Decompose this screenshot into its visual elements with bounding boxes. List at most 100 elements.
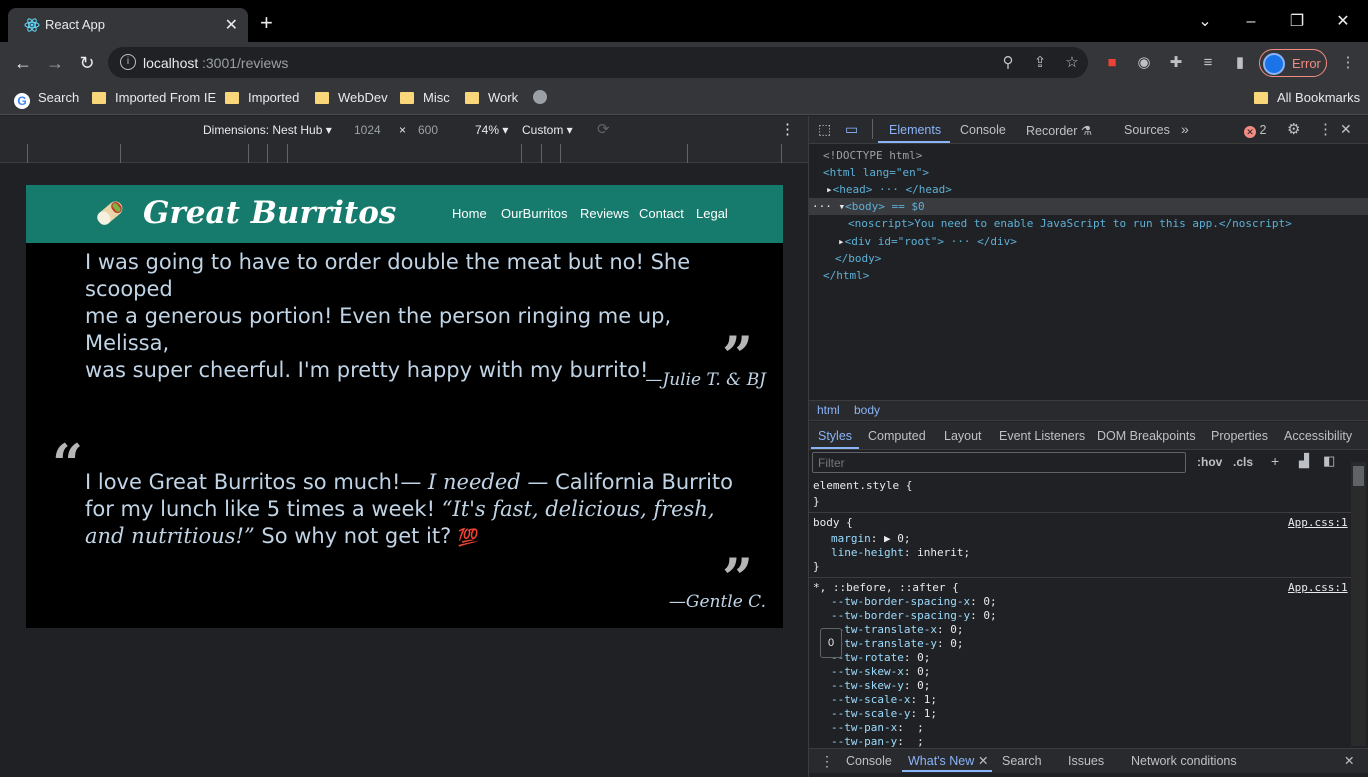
target-icon[interactable]: ◉ bbox=[1135, 54, 1153, 72]
info-icon[interactable]: i bbox=[120, 54, 136, 70]
scrollbar-thumb[interactable] bbox=[1353, 466, 1364, 486]
forward-icon[interactable]: → bbox=[44, 52, 66, 74]
drawer-tab-issues[interactable]: Issues bbox=[1068, 754, 1104, 768]
close-devtools-icon[interactable]: ✕ bbox=[1340, 121, 1352, 138]
expand-arrow-icon[interactable]: ▸ bbox=[838, 235, 845, 248]
nav-legal[interactable]: Legal bbox=[696, 206, 728, 221]
tab-sources[interactable]: Sources bbox=[1124, 123, 1170, 137]
close-drawer-icon[interactable]: ✕ bbox=[1344, 753, 1354, 768]
tab-event-listeners[interactable]: Event Listeners bbox=[999, 429, 1085, 443]
nav-contact[interactable]: Contact bbox=[639, 206, 684, 221]
hov-toggle[interactable]: :hov bbox=[1197, 455, 1222, 469]
tab-recorder[interactable]: Recorder ⚗ bbox=[1026, 123, 1092, 138]
sidebar-toggle-icon[interactable]: ◧ bbox=[1323, 453, 1335, 469]
tab-layout[interactable]: Layout bbox=[944, 429, 982, 443]
drawer-tab-search[interactable]: Search bbox=[1002, 754, 1042, 768]
sidepanel-icon[interactable]: ▮ bbox=[1231, 54, 1249, 72]
tab-styles[interactable]: Styles bbox=[818, 429, 852, 443]
profile-error-button[interactable]: Error bbox=[1259, 49, 1327, 77]
devtools-menu-icon[interactable]: ⋮ bbox=[1318, 120, 1333, 138]
crumb-body[interactable]: body bbox=[854, 403, 880, 417]
drawer-tab-console[interactable]: Console bbox=[846, 754, 892, 768]
bookmark-imported-from-ie[interactable]: Imported From IE bbox=[92, 90, 216, 108]
more-tabs-icon[interactable]: » bbox=[1181, 121, 1189, 137]
tab-computed[interactable]: Computed bbox=[868, 429, 926, 443]
globe-icon[interactable] bbox=[533, 90, 547, 108]
rule-body-selector[interactable]: body { bbox=[813, 514, 853, 531]
close-drawer-tab-icon[interactable]: ✕ bbox=[978, 753, 988, 768]
site-brand[interactable]: Great Burritos bbox=[143, 195, 396, 231]
css-prop[interactable]: --tw-scale-x: 1; bbox=[831, 693, 997, 707]
back-icon[interactable]: ← bbox=[12, 52, 34, 74]
drawer-tab-network-conditions[interactable]: Network conditions bbox=[1131, 754, 1237, 768]
chevron-down-icon[interactable]: ⌄ bbox=[1182, 8, 1228, 36]
add-rule-icon[interactable]: + bbox=[1271, 453, 1279, 469]
paint-icon[interactable]: ▟ bbox=[1299, 453, 1309, 469]
bookmark-misc[interactable]: Misc bbox=[400, 90, 450, 108]
dom-html-close[interactable]: </html> bbox=[823, 267, 869, 284]
css-prop[interactable]: --tw-skew-x: 0; bbox=[831, 665, 997, 679]
more-options-icon[interactable]: ⋮ bbox=[780, 120, 795, 138]
close-tab-icon[interactable]: ✕ bbox=[225, 15, 238, 35]
error-counter[interactable]: ✕ 2 bbox=[1244, 123, 1266, 138]
dom-body-close[interactable]: </body> bbox=[835, 250, 881, 267]
nav-ourburritos[interactable]: OurBurritos bbox=[501, 206, 567, 221]
width-input[interactable]: 1024 bbox=[354, 123, 381, 137]
tab-properties[interactable]: Properties bbox=[1211, 429, 1268, 443]
bookmark-all-bookmarks[interactable]: All Bookmarks bbox=[1254, 90, 1360, 108]
close-window-icon[interactable]: ✕ bbox=[1320, 8, 1366, 36]
device-toggle-icon[interactable]: ▭ bbox=[845, 121, 858, 138]
css-prop[interactable]: --tw-border-spacing-y: 0; bbox=[831, 609, 997, 623]
rule-element-style[interactable]: element.style { bbox=[813, 477, 912, 494]
dom-root-div[interactable]: ▸<div id="root"> ··· </div> bbox=[838, 233, 1017, 250]
dom-html[interactable]: <html lang="en"> bbox=[823, 164, 929, 181]
css-prop[interactable]: --tw-scale-y: 1; bbox=[831, 707, 997, 721]
css-prop[interactable]: --tw-skew-y: 0; bbox=[831, 679, 997, 693]
nav-home[interactable]: Home bbox=[452, 206, 487, 221]
tab-dom-breakpoints[interactable]: DOM Breakpoints bbox=[1097, 429, 1196, 443]
cls-toggle[interactable]: .cls bbox=[1233, 455, 1253, 469]
drawer-menu-icon[interactable]: ⋮ bbox=[820, 753, 834, 770]
star-icon[interactable]: ☆ bbox=[1063, 54, 1081, 72]
rule-universal-source[interactable]: App.css:1 bbox=[1288, 579, 1348, 596]
css-prop[interactable]: --tw-border-spacing-x: 0; bbox=[831, 595, 997, 609]
zoom-icon[interactable]: ⚲ bbox=[999, 54, 1017, 72]
tab-console[interactable]: Console bbox=[960, 123, 1006, 137]
styles-filter-input[interactable] bbox=[812, 452, 1186, 473]
dom-noscript[interactable]: <noscript>You need to enable JavaScript … bbox=[848, 215, 1292, 232]
css-prop[interactable]: line-height: inherit; bbox=[831, 544, 970, 561]
settings-gear-icon[interactable]: ⚙ bbox=[1287, 120, 1300, 138]
share-icon[interactable]: ⇪ bbox=[1031, 54, 1049, 72]
media-icon[interactable]: ≡ bbox=[1199, 54, 1217, 72]
styles-scrollbar[interactable] bbox=[1351, 462, 1366, 746]
height-input[interactable]: 600 bbox=[418, 123, 438, 137]
bookmark-webdev[interactable]: WebDev bbox=[315, 90, 388, 108]
dom-head[interactable]: ▸<head> ··· </head> bbox=[826, 181, 952, 198]
nav-reviews[interactable]: Reviews bbox=[580, 206, 629, 221]
expand-arrow-icon[interactable]: ▸ bbox=[826, 183, 833, 196]
address-bar[interactable]: i localhost :3001/reviews bbox=[108, 47, 1088, 78]
rule-body-source[interactable]: App.css:1 bbox=[1288, 514, 1348, 531]
dimensions-select[interactable]: Dimensions: Nest Hub ▾ bbox=[203, 123, 332, 137]
extension-icon[interactable]: ■ bbox=[1103, 54, 1121, 72]
bookmark-imported[interactable]: Imported bbox=[225, 90, 299, 108]
css-prop[interactable]: --tw-pan-y: ; bbox=[831, 735, 997, 749]
minimize-icon[interactable]: – bbox=[1228, 8, 1274, 36]
inspect-icon[interactable]: ⬚ bbox=[818, 121, 831, 138]
new-tab-button[interactable]: + bbox=[260, 12, 273, 34]
drawer-tab-whats-new[interactable]: What's New bbox=[908, 754, 974, 768]
bookmark-work[interactable]: Work bbox=[465, 90, 518, 108]
crumb-html[interactable]: html bbox=[817, 403, 840, 417]
tab-elements[interactable]: Elements bbox=[889, 123, 941, 137]
reload-icon[interactable]: ↻ bbox=[76, 52, 98, 74]
menu-icon[interactable]: ⋮ bbox=[1339, 54, 1357, 72]
zoom-select[interactable]: 74% ▾ bbox=[475, 123, 508, 137]
css-prop[interactable]: --tw-rotate: 0; bbox=[831, 651, 997, 665]
rule-universal-selector[interactable]: *, ::before, ::after { bbox=[813, 579, 959, 596]
throttle-select[interactable]: Custom ▾ bbox=[522, 123, 573, 137]
css-prop[interactable]: --tw-pan-x: ; bbox=[831, 721, 997, 735]
dom-doctype[interactable]: <!DOCTYPE html> bbox=[823, 147, 922, 164]
dom-body[interactable]: ··· ▾<body> == $0 bbox=[812, 198, 925, 215]
restore-icon[interactable]: ❐ bbox=[1274, 8, 1320, 36]
css-prop[interactable]: --tw-translate-x: 0; bbox=[831, 623, 997, 637]
